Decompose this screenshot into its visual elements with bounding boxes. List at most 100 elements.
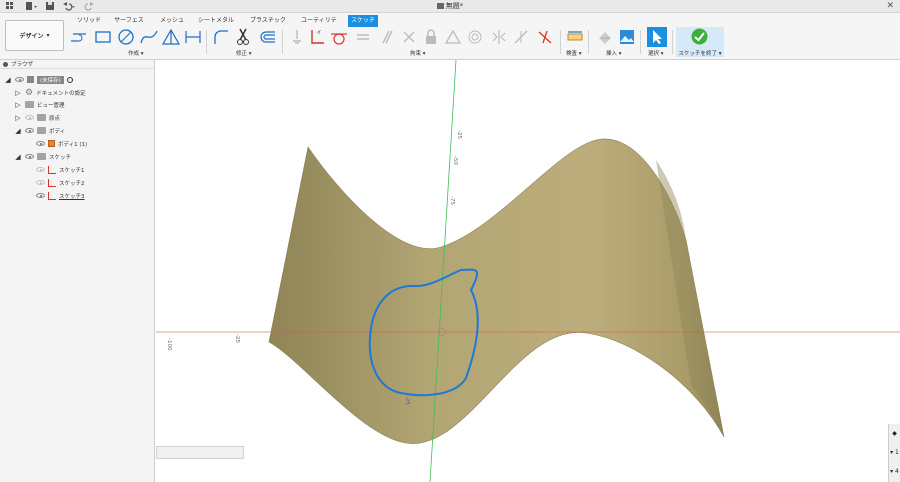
body-icon bbox=[48, 140, 55, 147]
tree-node-sketch2[interactable]: スケッチ2 bbox=[36, 177, 85, 188]
tree-node-label: ビュー管理 bbox=[37, 102, 65, 109]
coincident-icon[interactable] bbox=[400, 28, 418, 46]
visibility-eye-icon[interactable] bbox=[36, 141, 45, 146]
lock-icon[interactable] bbox=[422, 28, 440, 46]
tree-node-bodies[interactable]: ◢ ボディ bbox=[14, 125, 65, 136]
checkmark-icon bbox=[691, 28, 708, 45]
expanded-triangle-icon[interactable]: ◢ bbox=[4, 76, 12, 84]
constraints-group-label[interactable]: 拘束 ▾ bbox=[410, 49, 426, 57]
insert-derive-icon[interactable] bbox=[596, 28, 614, 46]
nav-widget-item[interactable]: ▾ 4 bbox=[889, 462, 900, 481]
finish-sketch-button[interactable]: スケッチを終了 ▾ bbox=[676, 27, 724, 57]
insert-group-label[interactable]: 挿入 ▾ bbox=[606, 49, 622, 57]
expanded-triangle-icon[interactable]: ◢ bbox=[14, 127, 22, 135]
visibility-eye-icon[interactable] bbox=[36, 180, 45, 185]
tree-node-document-settings[interactable]: ▷ ⚙ ドキュメントの設定 bbox=[14, 87, 86, 98]
close-icon[interactable]: ✕ bbox=[886, 1, 894, 11]
gear-icon: ⚙ bbox=[25, 87, 34, 98]
tab-surface[interactable]: サーフェス bbox=[114, 15, 144, 27]
separator bbox=[640, 30, 641, 54]
triangle-icon[interactable] bbox=[444, 28, 462, 46]
tree-node-origin[interactable]: ▷ 原点 bbox=[14, 112, 60, 123]
visibility-eye-icon[interactable] bbox=[15, 77, 24, 82]
chevron-down-icon: ▾ bbox=[46, 32, 50, 39]
tree-node-root[interactable]: ◢ (未保存) bbox=[4, 74, 73, 85]
axis-tick-label: -50 bbox=[452, 156, 458, 165]
workspace-switcher[interactable]: デザイン ▾ bbox=[5, 20, 64, 51]
viewport-canvas[interactable]: -25 -50 -75 -100 -25 -25 ◆ ▾ 1 ▾ 4 bbox=[156, 60, 900, 482]
line-tool-icon[interactable] bbox=[70, 28, 88, 46]
tab-sketch[interactable]: スケッチ bbox=[348, 15, 378, 27]
separator bbox=[206, 30, 207, 54]
activate-radio-icon[interactable] bbox=[66, 76, 73, 83]
browser-collapse-icon[interactable] bbox=[3, 61, 8, 67]
slot-tool-icon[interactable] bbox=[184, 28, 202, 46]
axis-tick-label: -25 bbox=[404, 396, 410, 405]
saddle-surface[interactable] bbox=[268, 138, 725, 444]
nav-widget-settings-icon[interactable]: ◆ bbox=[889, 424, 900, 443]
tree-node-label: ボディ1 (1) bbox=[58, 141, 88, 148]
parallel-icon[interactable] bbox=[378, 28, 396, 46]
select-tool-icon[interactable] bbox=[647, 27, 667, 47]
tab-mesh[interactable]: メッシュ bbox=[158, 15, 186, 27]
polygon-tool-icon[interactable] bbox=[162, 28, 180, 46]
tree-node-body1[interactable]: ボディ1 (1) bbox=[36, 138, 87, 149]
tab-sheet-metal[interactable]: シートメタル bbox=[198, 15, 234, 27]
folder-icon bbox=[37, 127, 46, 134]
fillet-tool-icon[interactable] bbox=[212, 28, 230, 46]
tab-solid[interactable]: ソリッド bbox=[74, 15, 104, 27]
visibility-eye-icon[interactable] bbox=[25, 154, 34, 159]
viewport-scene[interactable]: -25 -50 -75 -100 -25 -25 bbox=[156, 60, 900, 482]
tree-node-sketch3[interactable]: スケッチ3 bbox=[36, 190, 85, 201]
symmetry-icon[interactable] bbox=[490, 28, 508, 46]
sketch-icon bbox=[48, 165, 56, 174]
tree-node-label: ボディ bbox=[49, 128, 66, 135]
midpoint-icon[interactable] bbox=[512, 28, 530, 46]
tree-node-named-views[interactable]: ▷ ビュー管理 bbox=[14, 99, 65, 110]
title-bar: 無題* ✕ bbox=[0, 0, 900, 13]
circle-tool-icon[interactable] bbox=[117, 28, 135, 46]
sketch-icon bbox=[48, 178, 56, 187]
collapsed-triangle-icon[interactable]: ▷ bbox=[14, 114, 22, 122]
axis-tick-label: -75 bbox=[449, 196, 455, 205]
tree-node-sketches[interactable]: ◢ スケッチ bbox=[14, 151, 71, 162]
scissors-icon[interactable] bbox=[234, 28, 252, 46]
create-group-label[interactable]: 作成 ▾ bbox=[128, 49, 144, 57]
sketch-icon bbox=[48, 191, 56, 200]
equal-icon[interactable] bbox=[354, 28, 372, 46]
insert-image-icon[interactable] bbox=[618, 28, 636, 46]
tree-node-label: ドキュメントの設定 bbox=[36, 90, 86, 97]
perpendicular-icon[interactable] bbox=[308, 28, 326, 46]
browser-panel: ブラウザ ◢ (未保存) ▷ ⚙ ドキュメントの設定 ▷ ビュー管理 ▷ 原点 … bbox=[0, 60, 155, 482]
root-label: (未保存) bbox=[37, 75, 64, 84]
visibility-eye-icon[interactable] bbox=[25, 128, 34, 133]
select-group-label[interactable]: 選択 ▾ bbox=[648, 49, 664, 57]
timeline-bar[interactable] bbox=[156, 446, 244, 459]
modify-group-label[interactable]: 修正 ▾ bbox=[236, 49, 252, 57]
inspect-group-label[interactable]: 検査 ▾ bbox=[566, 49, 582, 57]
rectangle-tool-icon[interactable] bbox=[94, 28, 112, 46]
document-icon bbox=[436, 3, 444, 9]
nav-widget-item[interactable]: ▾ 1 bbox=[889, 443, 900, 462]
tab-utility[interactable]: ユーティリティ bbox=[300, 15, 338, 36]
visibility-eye-icon[interactable] bbox=[25, 115, 34, 120]
tab-plastic[interactable]: プラスチック bbox=[250, 15, 286, 27]
offset-tool-icon[interactable] bbox=[258, 28, 276, 46]
fix-constraint-icon[interactable] bbox=[288, 28, 306, 46]
visibility-eye-icon[interactable] bbox=[36, 167, 45, 172]
visibility-eye-icon[interactable] bbox=[36, 193, 45, 198]
concentric-icon[interactable] bbox=[466, 28, 484, 46]
collapsed-triangle-icon[interactable]: ▷ bbox=[14, 101, 22, 109]
axis-tick-label: -25 bbox=[456, 130, 462, 139]
collinear-icon[interactable] bbox=[536, 28, 554, 46]
collapsed-triangle-icon[interactable]: ▷ bbox=[14, 89, 22, 97]
expanded-triangle-icon[interactable]: ◢ bbox=[14, 153, 22, 161]
measure-icon[interactable] bbox=[566, 28, 584, 46]
tree-node-sketch1[interactable]: スケッチ1 bbox=[36, 164, 85, 175]
tangent-icon[interactable] bbox=[330, 28, 348, 46]
separator bbox=[282, 30, 283, 54]
browser-header[interactable]: ブラウザ bbox=[0, 60, 154, 69]
navigation-widget: ◆ ▾ 1 ▾ 4 bbox=[888, 424, 900, 482]
spline-tool-icon[interactable] bbox=[140, 28, 158, 46]
tree-node-label: スケッチ1 bbox=[59, 167, 85, 174]
